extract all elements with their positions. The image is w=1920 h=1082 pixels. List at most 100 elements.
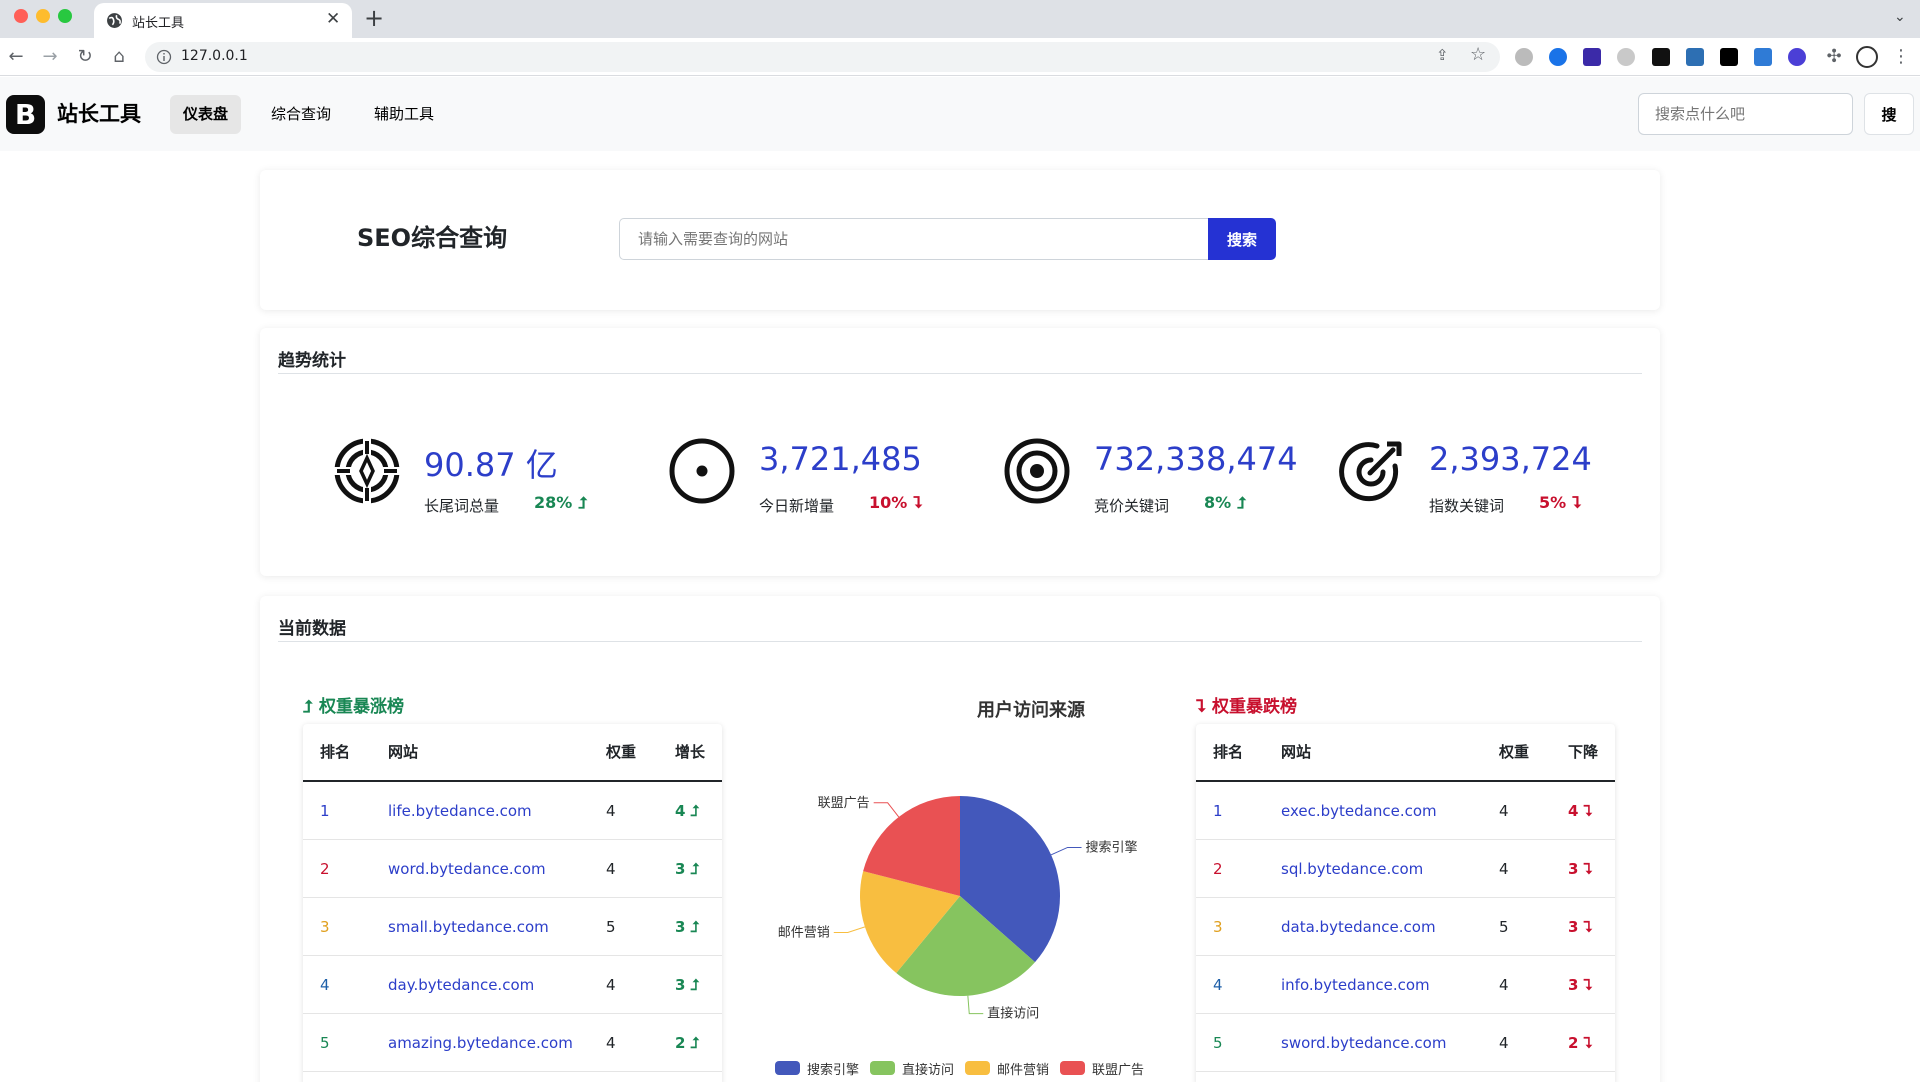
- extension-search-icon[interactable]: [1549, 48, 1567, 66]
- column-header: 权重: [1499, 743, 1530, 761]
- change-cell: 3 ⮥: [675, 976, 700, 994]
- site-link[interactable]: word.bytedance.com: [388, 840, 546, 898]
- change-cell: 3 ⮧: [1568, 918, 1593, 936]
- tab-close-icon[interactable]: ✕: [326, 10, 340, 28]
- more-menu-icon[interactable]: ⋮: [1888, 44, 1914, 70]
- column-header: 排名: [1213, 743, 1244, 761]
- extension-7-icon[interactable]: [1720, 48, 1738, 66]
- stat-label: 竞价关键词: [1094, 497, 1170, 515]
- table-row: 2 sql.bytedance.com 4 3 ⮧: [1196, 840, 1615, 898]
- stat-bid-keywords: 732,338,474 竞价关键词 8% ⮥: [1002, 436, 1302, 536]
- stat-value: 732,338,474: [1094, 440, 1298, 478]
- chart-title: 用户访问来源: [977, 700, 1085, 721]
- site-link[interactable]: small.bytedance.com: [388, 898, 549, 956]
- minimize-window-button[interactable]: [36, 9, 50, 23]
- nav-helper-tools[interactable]: 辅助工具: [361, 95, 447, 134]
- pie-slice-label: 搜索引擎: [1086, 840, 1138, 855]
- address-bar[interactable]: 127.0.0.1 ⇪ ☆: [145, 42, 1500, 72]
- site-link[interactable]: data.bytedance.com: [1281, 898, 1436, 956]
- weight-cell: 4: [606, 1034, 616, 1052]
- table-row: 3 data.bytedance.com 5 3 ⮧: [1196, 898, 1615, 956]
- profile-avatar-icon[interactable]: [1856, 46, 1878, 68]
- reload-icon[interactable]: ↻: [72, 44, 98, 70]
- extension-6-icon[interactable]: [1686, 48, 1704, 66]
- pie-slice-label: 邮件营销: [778, 925, 830, 940]
- site-link[interactable]: amazing.bytedance.com: [388, 1014, 573, 1072]
- pie-slice-label: 直接访问: [987, 1006, 1039, 1022]
- current-heading: 当前数据: [278, 619, 346, 639]
- extension-1-icon[interactable]: [1515, 48, 1533, 66]
- site-link[interactable]: day.bytedance.com: [388, 956, 534, 1014]
- change-cell: 3 ⮧: [1568, 860, 1593, 878]
- seo-query-card: SEO综合查询 搜索: [260, 170, 1660, 310]
- rank-cell: 5: [1213, 1034, 1223, 1052]
- site-link[interactable]: sword.bytedance.com: [1281, 1014, 1446, 1072]
- extension-5-icon[interactable]: [1652, 48, 1670, 66]
- table-row: 1 exec.bytedance.com 4 4 ⮧: [1196, 782, 1615, 840]
- column-header: 排名: [320, 743, 351, 761]
- share-icon[interactable]: ⇪: [1436, 46, 1449, 64]
- browser-tab[interactable]: 站长工具 ✕: [94, 3, 352, 38]
- trend-stats-card: 趋势统计 90.87 亿 长尾词总量 28% ⮥ 3,721,485 今日新增量…: [260, 328, 1660, 576]
- rank-cell: 3: [1213, 918, 1223, 936]
- site-link[interactable]: exec.bytedance.com: [1281, 782, 1437, 840]
- bookmark-star-icon[interactable]: ☆: [1470, 44, 1486, 65]
- weight-cell: 4: [606, 802, 616, 820]
- nav-comprehensive-query[interactable]: 综合查询: [258, 95, 344, 134]
- back-arrow-icon[interactable]: ←: [3, 44, 29, 70]
- tab-search-chevron-icon[interactable]: ⌄: [1894, 9, 1906, 25]
- fall-rank-table: 排名 网站 权重 下降 1 exec.bytedance.com 4 4 ⮧ 2 sql.…: [1196, 724, 1615, 1082]
- home-icon[interactable]: ⌂: [106, 44, 132, 70]
- rank-cell: 2: [1213, 860, 1223, 878]
- legend-swatch: [1060, 1061, 1085, 1075]
- pie-label-line: [873, 802, 900, 818]
- extension-4-icon[interactable]: [1617, 48, 1635, 66]
- site-link[interactable]: sql.bytedance.com: [1281, 840, 1423, 898]
- stat-change: 10% ⮧: [869, 493, 923, 512]
- change-cell: 3 ⮥: [675, 918, 700, 936]
- app-navbar: B 站长工具 仪表盘 综合查询 辅助工具 搜: [0, 77, 1920, 151]
- stat-label: 长尾词总量: [424, 497, 500, 515]
- pie-slice-label: 联盟广告: [818, 796, 870, 811]
- search-input[interactable]: [1638, 93, 1853, 135]
- weight-cell: 5: [606, 918, 616, 936]
- seo-search-button[interactable]: 搜索: [1208, 218, 1276, 260]
- stat-value: 3,721,485: [759, 440, 922, 478]
- column-header: 增长: [675, 743, 706, 761]
- stat-value: 90.87 亿: [424, 446, 558, 484]
- source-pie-chart[interactable]: 搜索引擎直接访问 邮件营销 联盟广告: [760, 746, 1160, 1056]
- brand-logo[interactable]: B: [6, 95, 45, 134]
- browser-toolbar: ← → ↻ ⌂ 127.0.0.1 ⇪ ☆ ✣ ⋮: [0, 38, 1920, 76]
- current-data-card: 当前数据 ⮥ 权重暴涨榜 排名 网站 权重 增长 1 life.bytedance…: [260, 596, 1660, 1082]
- rank-cell: 4: [1213, 976, 1223, 994]
- site-link[interactable]: life.bytedance.com: [388, 782, 532, 840]
- rise-rank-table: 排名 网站 权重 增长 1 life.bytedance.com 4 4 ⮥ 2 word…: [303, 724, 722, 1082]
- info-icon[interactable]: [156, 49, 172, 65]
- pie-label-line: [967, 995, 984, 1015]
- divider: [278, 641, 1642, 642]
- forward-arrow-icon[interactable]: →: [37, 44, 63, 70]
- rank-cell: 5: [320, 1034, 330, 1052]
- extension-9-icon[interactable]: [1788, 48, 1806, 66]
- close-window-button[interactable]: [14, 9, 28, 23]
- puzzle-extensions-icon[interactable]: ✣: [1821, 44, 1847, 70]
- nav-dashboard[interactable]: 仪表盘: [170, 95, 242, 134]
- site-link[interactable]: info.bytedance.com: [1281, 956, 1430, 1014]
- stat-change: 28% ⮥: [534, 493, 588, 512]
- pie-label-line: [1050, 846, 1082, 856]
- legend-label: 直接访问: [902, 1063, 955, 1078]
- maximize-window-button[interactable]: [58, 9, 72, 23]
- crosshair-icon: [334, 438, 400, 504]
- weight-cell: 4: [606, 976, 616, 994]
- column-header: 网站: [1281, 743, 1312, 761]
- legend-label: 联盟广告: [1092, 1063, 1145, 1078]
- extension-8-icon[interactable]: [1754, 48, 1772, 66]
- search-button[interactable]: 搜: [1864, 93, 1914, 135]
- brand-name[interactable]: 站长工具: [57, 98, 141, 128]
- extension-3-icon[interactable]: [1583, 48, 1601, 66]
- table-row: 3 small.bytedance.com 5 3 ⮥: [303, 898, 722, 956]
- rise-list-title: ⮥ 权重暴涨榜: [303, 697, 404, 717]
- site-query-input[interactable]: [619, 218, 1209, 260]
- new-tab-icon[interactable]: +: [364, 4, 384, 32]
- rank-cell: 1: [320, 802, 330, 820]
